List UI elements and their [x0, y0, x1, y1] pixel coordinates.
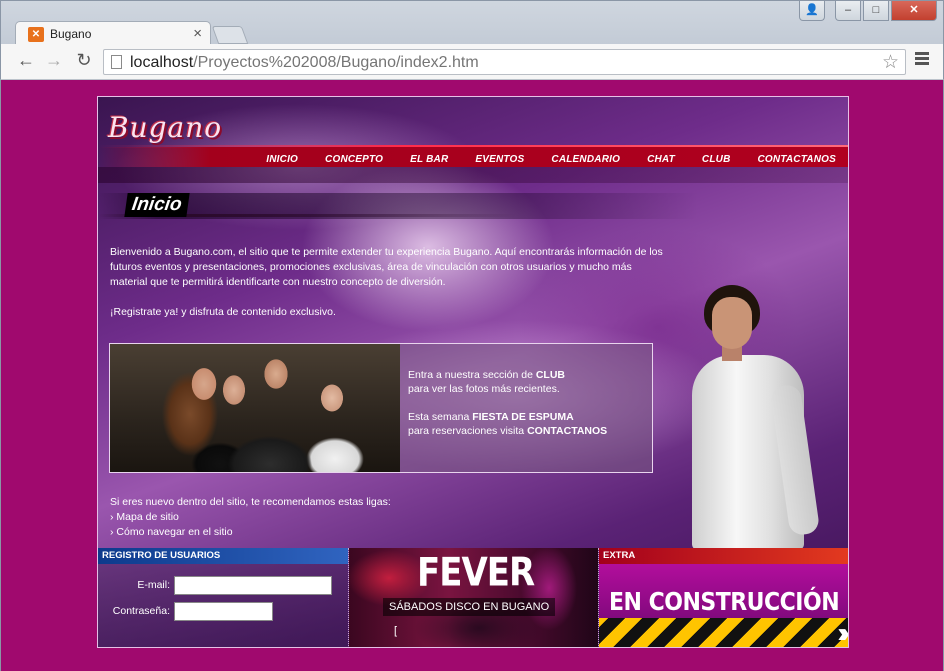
contactanos-link[interactable]: CONTACTANOS: [527, 425, 607, 437]
nav-item-contactanos[interactable]: CONTACTANOS: [758, 154, 837, 165]
nav-item-inicio[interactable]: INICIO: [266, 154, 298, 165]
window-controls: 👤 – □ ✕: [799, 1, 937, 21]
link-sitemap[interactable]: Mapa de sitio: [110, 510, 391, 525]
close-window-button[interactable]: ✕: [891, 1, 937, 21]
fever-title: FEVER: [417, 550, 535, 596]
back-arrow-icon[interactable]: ←: [15, 50, 37, 71]
browser-toolbar: ← → ↻ localhost/Proyectos%202008/Bugano/…: [0, 44, 944, 80]
nav-item-eventos[interactable]: EVENTOS: [475, 154, 524, 165]
password-label: Contraseña:: [112, 605, 170, 617]
menu-hamburger-icon[interactable]: [915, 52, 929, 67]
user-profile-icon[interactable]: 👤: [799, 1, 825, 21]
page-icon: [111, 55, 122, 69]
hazard-stripes: [599, 618, 848, 647]
construction-text: EN CONSTRUCCIÓN: [609, 588, 840, 617]
bottom-strip: REGISTRO DE USUARIOS E-mail: Contraseña:…: [98, 548, 848, 648]
new-tab-button[interactable]: [211, 26, 249, 44]
nav-item-calendario[interactable]: CALENDARIO: [551, 154, 620, 165]
club-promo-text: Entra a nuestra sección de CLUB para ver…: [408, 368, 607, 452]
nav-item-concepto[interactable]: CONCEPTO: [325, 154, 383, 165]
xampp-icon: ✕: [28, 27, 44, 42]
club-link[interactable]: CLUB: [536, 369, 565, 381]
club-promo-box: Entra a nuestra sección de CLUB para ver…: [109, 343, 653, 473]
tab-title: Bugano: [50, 27, 92, 41]
intro-cta: ¡Registrate ya! y disfruta de contenido …: [110, 306, 336, 318]
email-field[interactable]: [174, 576, 332, 595]
forward-arrow-icon[interactable]: →: [43, 50, 65, 71]
url-text: localhost/Proyectos%202008/Bugano/index2…: [130, 54, 479, 71]
club-line2: para ver las fotos más recientes.: [408, 383, 560, 395]
minimize-button[interactable]: –: [835, 1, 861, 21]
registro-panel: REGISTRO DE USUARIOS E-mail: Contraseña:: [98, 548, 348, 647]
extra-heading: EXTRA: [599, 548, 848, 564]
site-logo[interactable]: Bugano: [108, 111, 222, 144]
tab-close-icon[interactable]: ×: [193, 25, 202, 42]
fever-banner[interactable]: FEVER SÁBADOS DISCO EN BUGANO [: [349, 548, 598, 647]
double-chevron-icon: ››: [837, 617, 848, 648]
address-bar[interactable]: localhost/Proyectos%202008/Bugano/index2…: [103, 49, 906, 75]
event-line1: Esta semana: [408, 411, 473, 423]
model-photo: [692, 275, 832, 550]
event-name: FIESTA DE ESPUMA: [472, 411, 574, 423]
recommended-links: Si eres nuevo dentro del sitio, te recom…: [110, 495, 391, 540]
page-title: Inicio: [124, 193, 190, 217]
browser-titlebar: ✕ Bugano × 👤 – □ ✕: [0, 0, 944, 47]
extra-panel: EXTRA EN CONSTRUCCIÓN ››: [599, 548, 848, 648]
nav-item-el-bar[interactable]: EL BAR: [410, 154, 448, 165]
link-how-to-navigate[interactable]: Cómo navegar en el sitio: [110, 525, 391, 540]
page-viewport: Bugano INICIO CONCEPTO EL BAR EVENTOS CA…: [0, 80, 944, 671]
links-intro: Si eres nuevo dentro del sitio, te recom…: [110, 496, 391, 508]
reload-icon[interactable]: ↻: [73, 50, 95, 71]
registro-heading: REGISTRO DE USUARIOS: [98, 548, 348, 564]
intro-text: Bienvenido a Bugano.com, el sitio que te…: [110, 245, 670, 335]
event-line2: para reservaciones visita: [408, 425, 528, 437]
site-container: Bugano INICIO CONCEPTO EL BAR EVENTOS CA…: [97, 96, 849, 648]
intro-paragraph: Bienvenido a Bugano.com, el sitio que te…: [110, 246, 663, 288]
club-photo[interactable]: [110, 344, 400, 472]
nav-item-club[interactable]: CLUB: [702, 154, 731, 165]
email-label: E-mail:: [137, 579, 170, 591]
maximize-button[interactable]: □: [863, 1, 889, 21]
bookmark-star-icon[interactable]: ☆: [882, 51, 899, 74]
bracket-glyph: [: [394, 625, 398, 637]
club-line1: Entra a nuestra sección de: [408, 369, 536, 381]
password-field[interactable]: [174, 602, 273, 621]
main-nav: INICIO CONCEPTO EL BAR EVENTOS CALENDARI…: [239, 154, 836, 165]
nav-sub-band: [98, 167, 848, 183]
nav-item-chat[interactable]: CHAT: [647, 154, 675, 165]
fever-subtitle: SÁBADOS DISCO EN BUGANO: [383, 598, 556, 616]
construction-banner: EN CONSTRUCCIÓN ››: [599, 564, 848, 648]
